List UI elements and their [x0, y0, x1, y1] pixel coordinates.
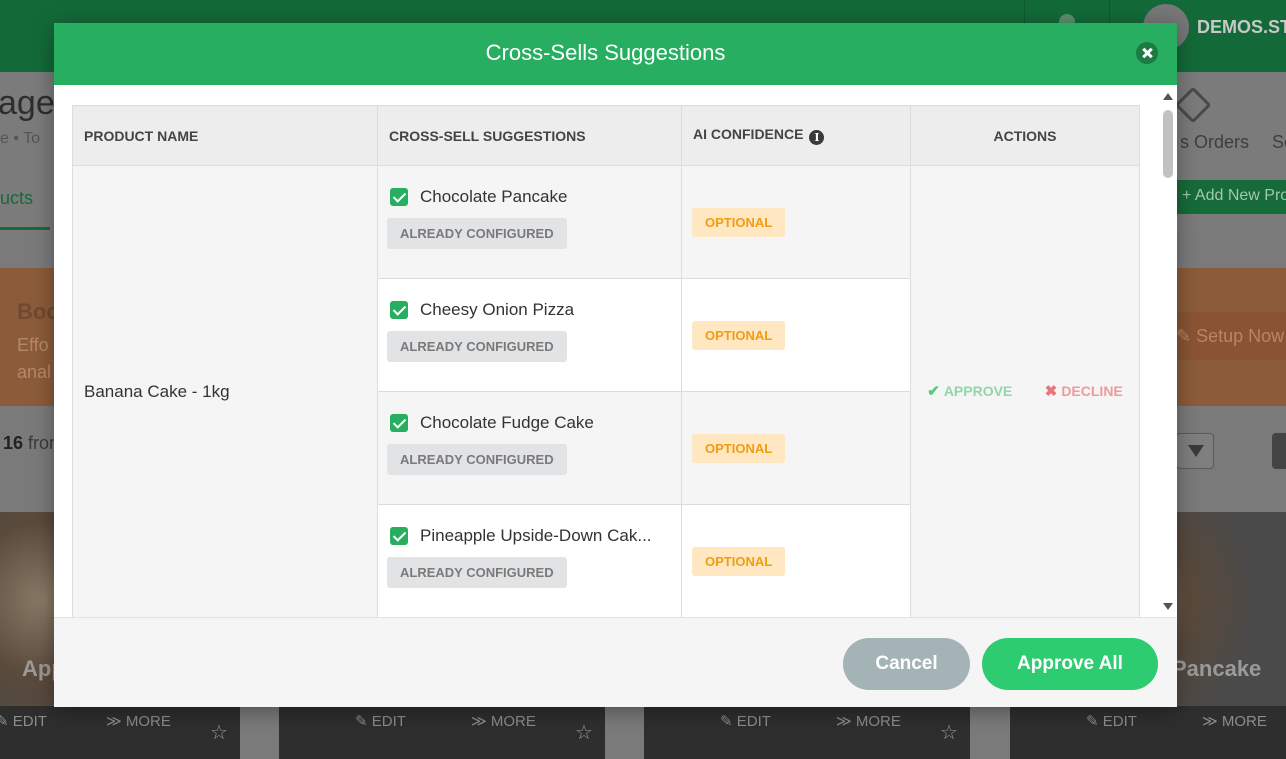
close-icon[interactable]	[1136, 42, 1158, 64]
confidence-badge: OPTIONAL	[692, 546, 786, 576]
table-row: Banana Cake - 1kg Chocolate Pancake ALRE…	[72, 165, 1140, 617]
suggestion-cell: Cheesy Onion Pizza ALREADY CONFIGURED	[377, 278, 682, 392]
star-icon[interactable]: ☆	[210, 720, 228, 745]
status-badge: ALREADY CONFIGURED	[387, 444, 567, 475]
checkmark-icon: ✔	[927, 383, 940, 400]
setup-now-button[interactable]: ✎ Setup Now	[1166, 312, 1286, 360]
confidence-header-label: AI CONFIDENCE	[693, 126, 804, 142]
tab-settings[interactable]: Se	[1272, 132, 1286, 153]
tab-underline	[0, 227, 50, 230]
view-toggle-button[interactable]	[1272, 433, 1286, 469]
banner-text: Effo	[17, 335, 49, 355]
confidence-badge: OPTIONAL	[692, 207, 786, 237]
suggestion-checkbox[interactable]	[390, 188, 408, 206]
more-button[interactable]: ≫ MORE	[836, 712, 901, 730]
suggestion-name: Chocolate Pancake	[420, 187, 568, 206]
page-title: age	[0, 84, 55, 122]
modal-footer: Cancel Approve All	[54, 617, 1177, 707]
column-header-actions: ACTIONS	[910, 105, 1140, 166]
scroll-down-arrow-icon[interactable]	[1163, 603, 1173, 610]
scrollbar-thumb[interactable]	[1163, 110, 1173, 178]
star-icon[interactable]: ☆	[940, 720, 958, 745]
product-card-actions	[644, 706, 970, 759]
confidence-cell: OPTIONAL	[681, 391, 911, 505]
banner-text: anal	[17, 362, 52, 382]
add-new-product-button[interactable]: + Add New Pro	[1176, 180, 1286, 214]
cross-sells-table: PRODUCT NAME CROSS-SELL SUGGESTIONS AI C…	[72, 105, 1140, 617]
column-header-suggestions: CROSS-SELL SUGGESTIONS	[377, 105, 682, 166]
decline-label: DECLINE	[1061, 383, 1123, 399]
tab-products[interactable]: ucts	[0, 188, 33, 209]
decline-button[interactable]: ✖ DECLINE	[1045, 382, 1123, 400]
status-badge: ALREADY CONFIGURED	[387, 331, 567, 362]
tab-orders[interactable]: s Orders	[1180, 132, 1249, 153]
product-name-cell: Banana Cake - 1kg	[72, 165, 378, 617]
approve-label: APPROVE	[943, 383, 1013, 399]
scrollbar[interactable]	[1158, 85, 1177, 617]
suggestion-name: Chocolate Fudge Cake	[420, 413, 594, 432]
modal-title: Cross-Sells Suggestions	[485, 40, 726, 65]
actions-cell: ✔ APPROVE ✖ DECLINE	[910, 165, 1140, 617]
count-number: 16	[3, 433, 24, 453]
column-header-product-name: PRODUCT NAME	[72, 105, 378, 166]
info-icon[interactable]: i	[809, 130, 825, 145]
suggestion-checkbox[interactable]	[390, 414, 408, 432]
product-card-actions	[279, 706, 605, 759]
suggestion-checkbox[interactable]	[390, 301, 408, 319]
username-label[interactable]: DEMOS.ST	[1197, 17, 1286, 38]
suggestion-name: Pineapple Upside-Down Cak...	[420, 526, 652, 545]
edit-button[interactable]: ✎ EDIT	[0, 712, 47, 730]
suggestion-name: Cheesy Onion Pizza	[420, 300, 575, 319]
more-button[interactable]: ≫ MORE	[471, 712, 536, 730]
filter-button[interactable]	[1176, 433, 1214, 469]
column-header-confidence: AI CONFIDENCE i	[681, 105, 911, 166]
more-button[interactable]: ≫ MORE	[1202, 712, 1267, 730]
suggestion-cell: Pineapple Upside-Down Cak... ALREADY CON…	[377, 504, 682, 617]
confidence-cell: OPTIONAL	[681, 165, 911, 279]
suggestion-cell: Chocolate Fudge Cake ALREADY CONFIGURED	[377, 391, 682, 505]
suggestion-cell: Chocolate Pancake ALREADY CONFIGURED	[377, 165, 682, 279]
suggestion-checkbox[interactable]	[390, 527, 408, 545]
scroll-up-arrow-icon[interactable]	[1163, 93, 1173, 100]
table-header-row: PRODUCT NAME CROSS-SELL SUGGESTIONS AI C…	[72, 105, 1140, 166]
more-button[interactable]: ≫ MORE	[106, 712, 171, 730]
product-card-name: Pancake	[1172, 656, 1262, 681]
edit-button[interactable]: ✎ EDIT	[720, 712, 771, 730]
approve-button[interactable]: ✔ APPROVE	[927, 382, 1012, 400]
confidence-cell: OPTIONAL	[681, 504, 911, 617]
modal-header: Cross-Sells Suggestions	[54, 23, 1177, 85]
edit-button[interactable]: ✎ EDIT	[355, 712, 406, 730]
edit-button[interactable]: ✎ EDIT	[1086, 712, 1137, 730]
breadcrumb: e • To	[0, 130, 40, 147]
x-icon: ✖	[1044, 383, 1058, 400]
confidence-cell: OPTIONAL	[681, 278, 911, 392]
star-icon[interactable]: ☆	[575, 720, 593, 745]
status-badge: ALREADY CONFIGURED	[387, 218, 567, 249]
status-badge: ALREADY CONFIGURED	[387, 557, 567, 588]
confidence-badge: OPTIONAL	[692, 320, 786, 350]
cancel-button[interactable]: Cancel	[843, 638, 970, 690]
approve-all-button[interactable]: Approve All	[982, 638, 1158, 690]
modal-body[interactable]: PRODUCT NAME CROSS-SELL SUGGESTIONS AI C…	[54, 85, 1177, 617]
confidence-badge: OPTIONAL	[692, 433, 786, 463]
cross-sells-modal: Cross-Sells Suggestions PRODUCT NAME CRO…	[54, 23, 1177, 707]
